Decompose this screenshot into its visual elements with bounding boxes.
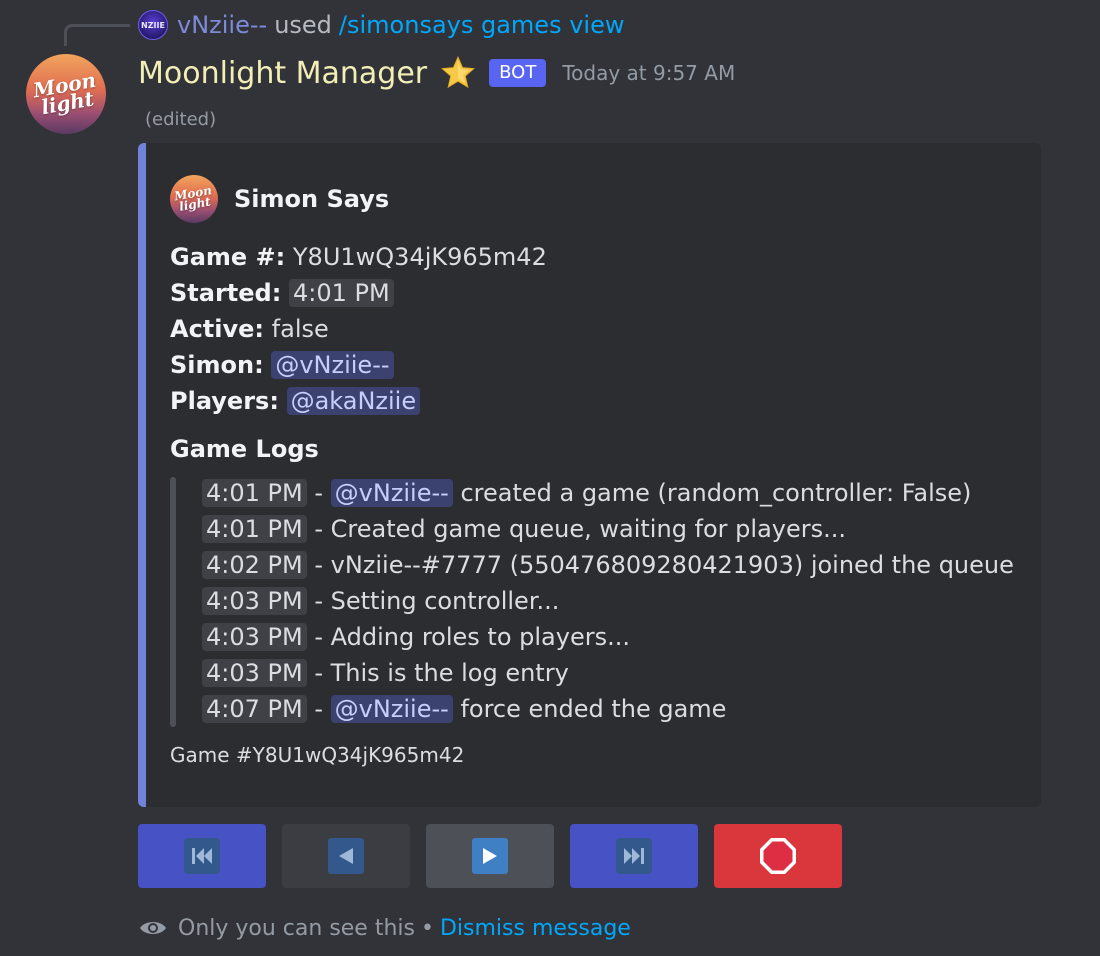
- field-label: Simon:: [170, 351, 264, 379]
- field-value: Y8U1wQ34jK965m42: [292, 243, 547, 271]
- log-separator: -: [306, 515, 331, 543]
- timestamp-chip[interactable]: 4:01 PM: [288, 279, 394, 307]
- log-entry: 4:01 PM - Created game queue, waiting fo…: [202, 511, 1014, 547]
- star-icon: [441, 55, 476, 89]
- timestamp-chip[interactable]: 4:01 PM: [202, 515, 307, 543]
- bot-avatar-logo: Moon light: [31, 67, 98, 120]
- ephemeral-separator: •: [420, 915, 434, 941]
- log-entry: 4:03 PM - Setting controller...: [202, 583, 1014, 619]
- command-user-name[interactable]: vNziie--: [177, 11, 267, 39]
- field-label: Started:: [170, 279, 282, 307]
- command-used-text: used: [274, 11, 332, 39]
- command-invocation-line: NZIIE vNziie-- used /simonsays games vie…: [138, 8, 624, 42]
- user-mention[interactable]: @akaNziie: [286, 387, 421, 415]
- previous-icon: [328, 838, 364, 874]
- log-text: Created game queue, waiting for players.…: [330, 515, 847, 543]
- log-text: Adding roles to players...: [330, 623, 630, 651]
- stop-button[interactable]: [714, 824, 842, 888]
- stop-sign-icon: [760, 838, 796, 874]
- timestamp-chip[interactable]: 4:01 PM: [202, 479, 307, 507]
- next-icon: [472, 838, 508, 874]
- game-id-field: Game #: Y8U1wQ34jK965m42: [170, 239, 547, 275]
- embed-author-logo: Moon light: [173, 183, 213, 214]
- user-mention[interactable]: @vNziie--: [330, 695, 453, 723]
- embed-footer: Game #Y8U1wQ34jK965m42: [170, 743, 465, 767]
- log-separator: -: [306, 659, 331, 687]
- simon-field: Simon: @vNziie--: [170, 347, 547, 383]
- game-log-list: 4:01 PM - @vNziie-- created a game (rand…: [202, 475, 1014, 727]
- bot-badge: BOT: [489, 59, 547, 87]
- message-timestamp: Today at 9:57 AM: [562, 61, 736, 85]
- embed-description: Game #: Y8U1wQ34jK965m42 Started: 4:01 P…: [170, 239, 547, 419]
- previous-page-button[interactable]: [282, 824, 410, 888]
- ephemeral-text: Only you can see this: [178, 915, 415, 941]
- user-mention[interactable]: @vNziie--: [271, 351, 394, 379]
- field-label: Game #:: [170, 243, 286, 271]
- timestamp-chip[interactable]: 4:03 PM: [202, 623, 307, 651]
- log-text: Setting controller...: [330, 587, 560, 615]
- field-label: Active:: [170, 315, 265, 343]
- author-name[interactable]: Moonlight Manager: [138, 56, 427, 91]
- log-entry: 4:02 PM - vNziie--#7777 (550476809280421…: [202, 547, 1014, 583]
- message-header: Moonlight Manager BOT Today at 9:57 AM: [138, 52, 735, 94]
- pagination-buttons: [138, 824, 842, 888]
- timestamp-chip[interactable]: 4:03 PM: [202, 659, 307, 687]
- first-page-button[interactable]: [138, 824, 266, 888]
- eye-icon: [140, 922, 166, 934]
- started-field: Started: 4:01 PM: [170, 275, 547, 311]
- embed-author-icon: Moon light: [170, 175, 218, 223]
- log-text: created a game (random_controller: False…: [452, 479, 972, 507]
- log-text: force ended the game: [452, 695, 727, 723]
- game-logs-title: Game Logs: [170, 435, 319, 463]
- log-separator: -: [306, 479, 331, 507]
- user-mention[interactable]: @vNziie--: [330, 479, 453, 507]
- embed-author-name: Simon Says: [234, 185, 390, 213]
- timestamp-chip[interactable]: 4:02 PM: [202, 551, 307, 579]
- dismiss-message-link[interactable]: Dismiss message: [440, 916, 631, 941]
- command-user-avatar-text: NZIIE: [141, 20, 165, 30]
- log-entry: 4:01 PM - @vNziie-- created a game (rand…: [202, 475, 1014, 511]
- last-page-icon: [616, 838, 652, 874]
- log-separator: -: [306, 587, 331, 615]
- edited-label: (edited): [145, 109, 217, 130]
- log-entry: 4:07 PM - @vNziie-- force ended the game: [202, 691, 1014, 727]
- log-separator: -: [306, 623, 331, 651]
- bot-avatar[interactable]: Moon light: [26, 54, 106, 134]
- log-text: This is the log entry: [330, 659, 569, 687]
- ephemeral-notice: Only you can see this • Dismiss message: [138, 912, 631, 944]
- log-entry: 4:03 PM - Adding roles to players...: [202, 619, 1014, 655]
- log-entry: 4:03 PM - This is the log entry: [202, 655, 1014, 691]
- timestamp-chip[interactable]: 4:07 PM: [202, 695, 307, 723]
- last-page-button[interactable]: [570, 824, 698, 888]
- field-label: Players:: [170, 387, 279, 415]
- first-page-icon: [184, 838, 220, 874]
- field-value: false: [271, 315, 329, 343]
- log-separator: -: [306, 695, 331, 723]
- log-separator: -: [306, 551, 331, 579]
- reply-spine: [64, 24, 130, 46]
- active-field: Active: false: [170, 311, 547, 347]
- timestamp-chip[interactable]: 4:03 PM: [202, 587, 307, 615]
- embed-author: Moon light Simon Says: [170, 175, 389, 223]
- log-text: vNziie--#7777 (550476809280421903) joine…: [330, 551, 1014, 579]
- command-user-avatar[interactable]: NZIIE: [138, 10, 168, 40]
- blockquote-bar: [170, 477, 176, 727]
- players-field: Players: @akaNziie: [170, 383, 547, 419]
- next-page-button[interactable]: [426, 824, 554, 888]
- embed-card: Moon light Simon Says Game #: Y8U1wQ34jK…: [138, 143, 1041, 807]
- command-name-link[interactable]: /simonsays games view: [339, 11, 625, 39]
